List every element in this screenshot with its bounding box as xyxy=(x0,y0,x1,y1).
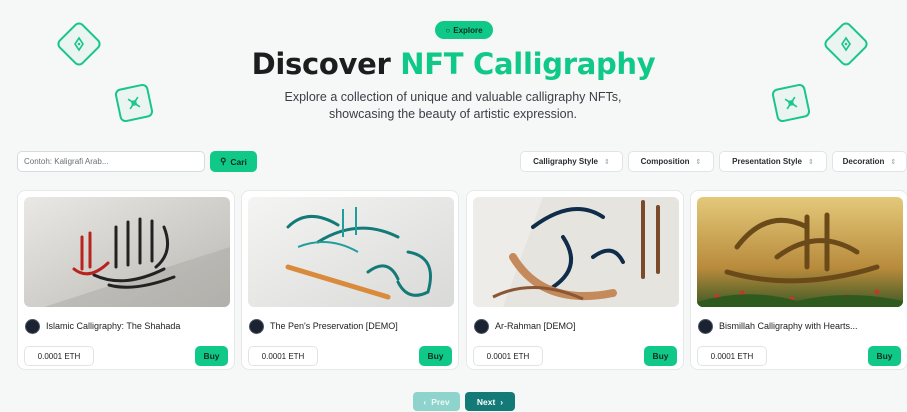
chevron-updown-icon: ⇕ xyxy=(807,158,814,166)
nft-name[interactable]: Ar-Rahman [DEMO] xyxy=(495,321,680,331)
filter-calligraphy-style[interactable]: Calligraphy Style ⇕ xyxy=(520,151,623,172)
nft-card[interactable]: The Pen's Preservation [DEMO] 0.0001 ETH… xyxy=(241,190,459,370)
nft-name[interactable]: Bismillah Calligraphy with Hearts... xyxy=(719,321,904,331)
chevron-updown-icon: ⇕ xyxy=(890,158,897,166)
nft-price: 0.0001 ETH xyxy=(473,346,543,366)
nft-grid: Islamic Calligraphy: The Shahada 0.0001 … xyxy=(0,190,907,370)
page-subtitle: Explore a collection of unique and valua… xyxy=(253,89,653,123)
nft-name[interactable]: Islamic Calligraphy: The Shahada xyxy=(46,321,231,331)
filter-decoration[interactable]: Decoration ⇕ xyxy=(832,151,907,172)
chevron-right-icon: › xyxy=(500,396,504,407)
subtitle-line-2: showcasing the beauty of artistic expres… xyxy=(328,107,578,121)
filter-label: Composition xyxy=(640,157,690,166)
explore-badge[interactable]: ○ Explore xyxy=(435,21,493,39)
nft-name[interactable]: The Pen's Preservation [DEMO] xyxy=(270,321,455,331)
pencil-ruler-icon xyxy=(113,82,155,124)
nft-image[interactable] xyxy=(24,197,230,307)
avatar xyxy=(25,319,40,334)
compass-icon: ○ xyxy=(445,25,451,35)
buy-button[interactable]: Buy xyxy=(419,346,452,366)
hero-section: ○ Explore Discover NFT Calligraphy Explo… xyxy=(0,0,907,140)
title-accent: NFT Calligraphy xyxy=(400,47,656,81)
filter-label: Decoration xyxy=(842,157,885,166)
prev-label: Prev xyxy=(431,396,450,407)
chevron-updown-icon: ⇕ xyxy=(695,158,702,166)
buy-button[interactable]: Buy xyxy=(644,346,677,366)
nft-price: 0.0001 ETH xyxy=(248,346,318,366)
search-icon: ⚲ xyxy=(220,156,227,166)
nft-image[interactable] xyxy=(697,197,903,307)
page-title: Discover NFT Calligraphy xyxy=(0,47,907,81)
next-page-button[interactable]: Next › xyxy=(465,392,515,411)
chevron-updown-icon: ⇕ xyxy=(604,158,610,166)
filter-composition[interactable]: Composition ⇕ xyxy=(628,151,714,172)
search-input[interactable] xyxy=(17,151,205,172)
search-button[interactable]: ⚲ Cari xyxy=(210,151,257,172)
nft-price: 0.0001 ETH xyxy=(697,346,767,366)
nft-price: 0.0001 ETH xyxy=(24,346,94,366)
chevron-left-icon: ‹ xyxy=(423,396,427,407)
nft-card[interactable]: Bismillah Calligraphy with Hearts... 0.0… xyxy=(690,190,907,370)
filter-presentation-style[interactable]: Presentation Style ⇕ xyxy=(719,151,827,172)
explore-badge-label: Explore xyxy=(453,25,483,35)
pagination: ‹ Prev Next › xyxy=(0,392,907,412)
prev-page-button[interactable]: ‹ Prev xyxy=(413,392,460,411)
search-filter-bar: ⚲ Cari Calligraphy Style ⇕ Composition ⇕… xyxy=(0,150,907,174)
buy-button[interactable]: Buy xyxy=(195,346,228,366)
nft-image[interactable] xyxy=(473,197,679,307)
filter-label: Calligraphy Style xyxy=(533,157,599,166)
filter-label: Presentation Style xyxy=(732,157,802,166)
avatar xyxy=(474,319,489,334)
title-plain: Discover xyxy=(251,47,401,81)
nft-card[interactable]: Islamic Calligraphy: The Shahada 0.0001 … xyxy=(17,190,235,370)
nft-image[interactable] xyxy=(248,197,454,307)
nft-card[interactable]: Ar-Rahman [DEMO] 0.0001 ETH Buy xyxy=(466,190,684,370)
next-label: Next xyxy=(476,396,496,407)
buy-button[interactable]: Buy xyxy=(868,346,901,366)
search-button-label: Cari xyxy=(230,156,247,167)
subtitle-line-1: Explore a collection of unique and valua… xyxy=(284,90,622,104)
avatar xyxy=(249,319,264,334)
avatar xyxy=(698,319,713,334)
pencil-ruler-icon xyxy=(770,82,812,124)
